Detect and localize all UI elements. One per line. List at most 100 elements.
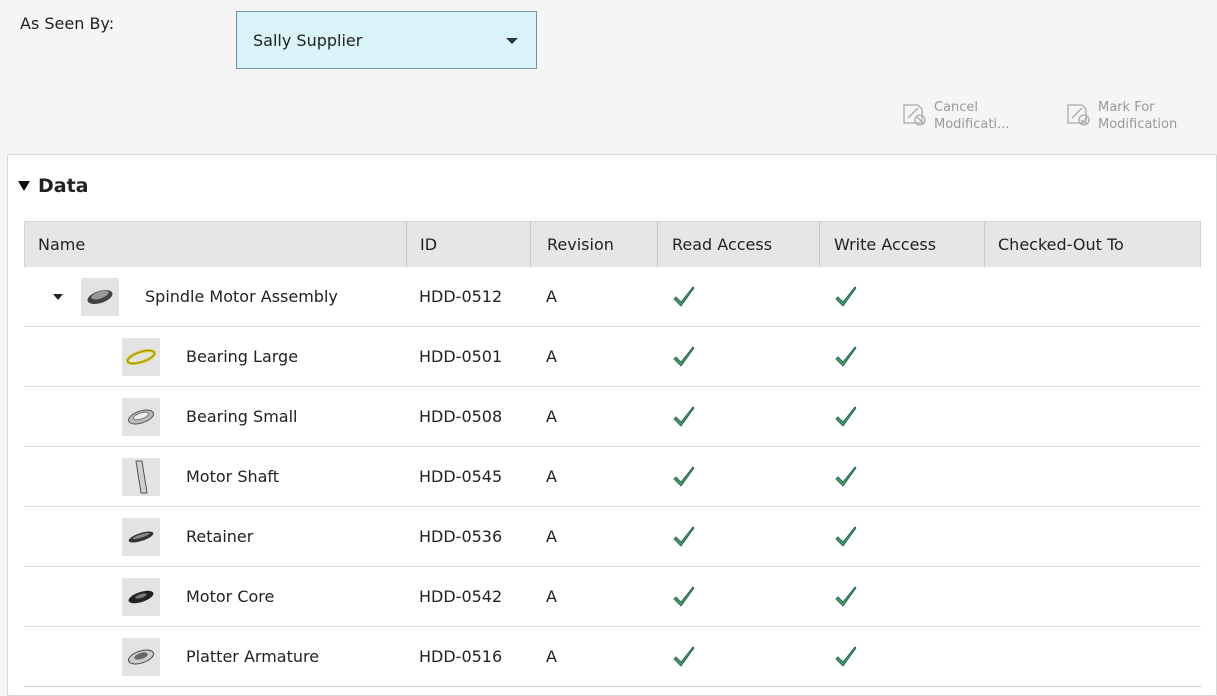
checkmark-icon (673, 645, 695, 667)
table-row-6[interactable]: Motor Core HDD-0542 A (24, 567, 1201, 627)
as-seen-by-select[interactable]: Sally Supplier (236, 11, 537, 69)
column-header-read-access[interactable]: Read Access (658, 222, 820, 267)
read-access-cell (657, 507, 819, 566)
checked-out-to-cell (984, 507, 1159, 566)
name-cell: Motor Core (24, 567, 406, 626)
cancel-modification-label-1: Cancel (934, 100, 979, 115)
mark-for-modification-icon (1067, 104, 1090, 126)
table-row-4[interactable]: Motor Shaft HDD-0545 A (24, 447, 1201, 507)
column-header-write-access[interactable]: Write Access (820, 222, 985, 267)
mark-for-modification-label-1: Mark For (1098, 100, 1155, 115)
selected-user-value: Sally Supplier (253, 30, 363, 50)
checkmark-icon (673, 405, 695, 427)
part-name: Retainer (186, 527, 254, 546)
write-access-cell (819, 627, 984, 686)
part-revision: A (546, 647, 557, 666)
checked-out-to-cell (984, 267, 1159, 326)
cancel-modification-label-2: Modificati... (934, 117, 1010, 132)
name-cell: Retainer (24, 507, 406, 566)
part-name: Motor Core (186, 587, 275, 606)
read-access-cell (657, 627, 819, 686)
part-name: Spindle Motor Assembly (145, 287, 338, 306)
part-id: HDD-0501 (419, 347, 503, 366)
part-name: Bearing Small (186, 407, 298, 426)
part-name: Bearing Large (186, 347, 299, 366)
checkmark-icon (835, 345, 857, 367)
part-id: HDD-0536 (419, 527, 503, 546)
write-access-cell (819, 387, 984, 446)
motor-shaft-icon (122, 457, 160, 496)
read-access-cell (657, 387, 819, 446)
table-header: Name ID Revision Read Access Write Acces… (24, 221, 1201, 267)
spindle-motor-icon (81, 277, 119, 316)
mark-for-modification-label-2: Modification (1098, 117, 1178, 132)
write-access-cell (819, 267, 984, 326)
part-name: Platter Armature (186, 647, 320, 666)
read-access-cell (657, 327, 819, 386)
column-header-id[interactable]: ID (407, 222, 531, 267)
column-header-checked-out-to[interactable]: Checked-Out To (985, 222, 1160, 267)
checkmark-icon (835, 285, 857, 307)
mark-for-modification-button[interactable]: Mark For Modification (1064, 99, 1177, 133)
write-access-cell (819, 327, 984, 386)
checkmark-icon (673, 285, 695, 307)
write-access-cell (819, 507, 984, 566)
read-access-cell (657, 447, 819, 506)
retainer-icon (122, 517, 160, 556)
table-row-5[interactable]: Retainer HDD-0536 A (24, 507, 1201, 567)
checked-out-to-cell (984, 387, 1159, 446)
table-row-1[interactable]: Spindle Motor Assembly HDD-0512 A (24, 267, 1201, 327)
data-table: Name ID Revision Read Access Write Acces… (24, 221, 1201, 687)
name-cell: Spindle Motor Assembly (24, 267, 406, 326)
part-revision: A (546, 287, 557, 306)
checkmark-icon (835, 405, 857, 427)
column-header-name[interactable]: Name (25, 222, 407, 267)
collapse-triangle-icon (18, 181, 30, 191)
checkmark-icon (673, 465, 695, 487)
part-revision: A (546, 587, 557, 606)
part-revision: A (546, 347, 557, 366)
part-revision: A (546, 467, 557, 486)
part-id: HDD-0545 (419, 467, 503, 486)
read-access-cell (657, 567, 819, 626)
name-cell: Motor Shaft (24, 447, 406, 506)
checkmark-icon (673, 345, 695, 367)
name-cell: Bearing Large (24, 327, 406, 386)
checked-out-to-cell (984, 627, 1159, 686)
bearing-small-icon (122, 397, 160, 436)
checkmark-icon (673, 525, 695, 547)
part-id: HDD-0512 (419, 287, 503, 306)
part-id: HDD-0508 (419, 407, 503, 426)
data-section-title: Data (38, 175, 89, 197)
table-row-3[interactable]: Bearing Small HDD-0508 A (24, 387, 1201, 447)
name-cell: Platter Armature (24, 627, 406, 686)
checkmark-icon (835, 585, 857, 607)
column-header-revision[interactable]: Revision (531, 222, 658, 267)
part-id: HDD-0516 (419, 647, 503, 666)
checked-out-to-cell (984, 447, 1159, 506)
bearing-large-icon (122, 337, 160, 376)
name-cell: Bearing Small (24, 387, 406, 446)
data-panel: Data Name ID Revision Read Access Write … (7, 154, 1217, 696)
table-row-7[interactable]: Platter Armature HDD-0516 A (24, 627, 1201, 687)
motor-core-icon (122, 577, 160, 616)
checkmark-icon (835, 645, 857, 667)
cancel-modification-icon (903, 104, 926, 126)
expand-collapse-icon[interactable] (53, 293, 63, 300)
cancel-modification-button[interactable]: Cancel Modificati... (900, 99, 1009, 133)
table-row-2[interactable]: Bearing Large HDD-0501 A (24, 327, 1201, 387)
table-body: Spindle Motor Assembly HDD-0512 A Bearin… (24, 267, 1201, 687)
checked-out-to-cell (984, 567, 1159, 626)
part-name: Motor Shaft (186, 467, 280, 486)
checked-out-to-cell (984, 327, 1159, 386)
dropdown-arrow-icon (506, 38, 518, 44)
data-section-toggle[interactable]: Data (18, 175, 89, 197)
part-revision: A (546, 527, 557, 546)
as-seen-by-label: As Seen By: (20, 14, 115, 33)
write-access-cell (819, 447, 984, 506)
checkmark-icon (673, 585, 695, 607)
part-id: HDD-0542 (419, 587, 503, 606)
write-access-cell (819, 567, 984, 626)
checkmark-icon (835, 525, 857, 547)
part-revision: A (546, 407, 557, 426)
